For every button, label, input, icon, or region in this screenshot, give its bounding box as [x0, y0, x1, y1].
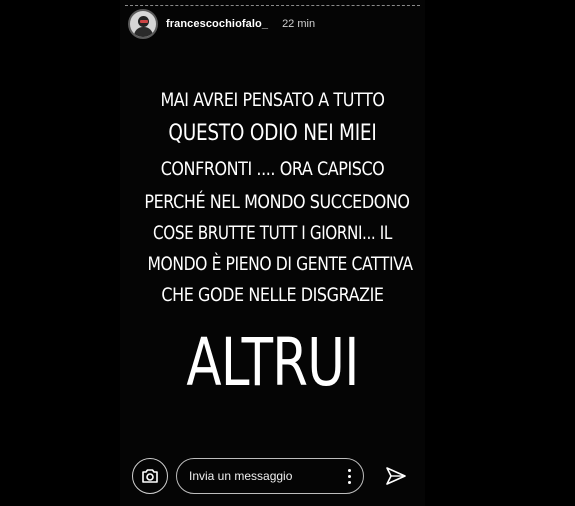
story-viewer[interactable]: francescochiofalo_ 22 min MAI AVREI PENS…	[120, 0, 425, 506]
avatar[interactable]	[128, 9, 158, 39]
story-big-word: ALTRUI	[186, 324, 359, 401]
story-text-line: MONDO È PIENO DI GENTE CATTIVA	[147, 253, 413, 275]
story-progress-bar	[125, 5, 420, 6]
story-text-line: PERCHÉ NEL MONDO SUCCEDONO	[144, 191, 410, 213]
post-time: 22 min	[282, 18, 316, 30]
camera-button[interactable]	[132, 458, 168, 494]
story-text-line: CHE GODE NELLE DISGRAZIE	[161, 284, 384, 306]
story-text-line: COSE BRUTTE TUTT I GIORNI... IL	[153, 222, 392, 244]
story-header: francescochiofalo_ 22 min	[128, 9, 315, 39]
story-text-line: MAI AVREI PENSATO A TUTTO	[160, 89, 385, 111]
message-field[interactable]	[176, 458, 364, 494]
send-icon[interactable]	[385, 465, 407, 487]
more-icon[interactable]	[348, 468, 351, 484]
story-footer	[132, 458, 413, 494]
story-text-line: CONFRONTI .... ORA CAPISCO	[160, 158, 385, 180]
message-input[interactable]	[189, 469, 329, 483]
camera-icon	[142, 469, 158, 483]
story-text-line: QUESTO ODIO NEI MIEI	[168, 121, 377, 146]
username[interactable]: francescochiofalo_	[166, 18, 268, 30]
